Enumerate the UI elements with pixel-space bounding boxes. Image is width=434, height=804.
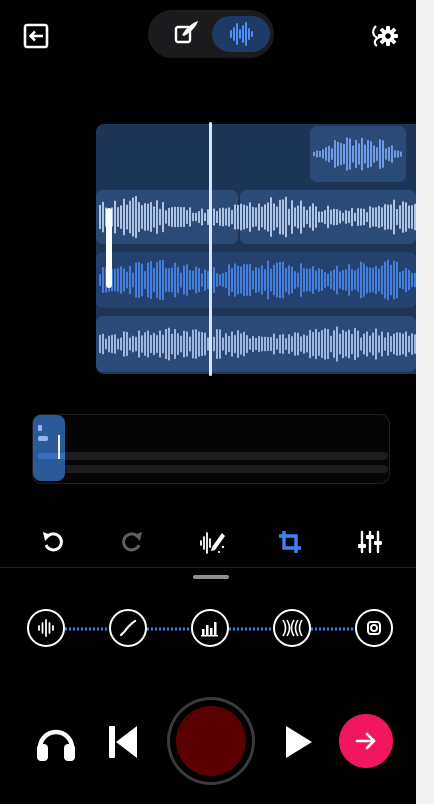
headphones-icon <box>37 729 75 761</box>
curve-fx-icon <box>119 619 137 637</box>
overview-track <box>34 465 388 473</box>
fx-node-curve[interactable] <box>109 609 147 647</box>
exit-button[interactable] <box>22 22 50 50</box>
compose-icon <box>174 21 198 44</box>
redo-button[interactable] <box>116 526 148 558</box>
audio-settings-icon <box>372 25 398 47</box>
compose-mode-tab[interactable] <box>158 18 216 50</box>
panel-divider <box>0 567 416 568</box>
fx-node-equalizer[interactable] <box>191 609 229 647</box>
mode-switch <box>148 10 274 58</box>
equalizer-fx-icon <box>201 622 218 637</box>
waveform-mode-tab[interactable] <box>212 16 270 52</box>
redo-icon <box>122 532 142 552</box>
fx-node-echo[interactable] <box>273 609 311 647</box>
play-icon <box>286 726 312 758</box>
crop-icon <box>279 531 301 553</box>
fx-node-output[interactable] <box>355 609 393 647</box>
crop-button[interactable] <box>274 526 306 558</box>
overview-track <box>34 452 388 460</box>
play-button[interactable] <box>284 724 314 760</box>
next-button[interactable] <box>339 714 393 768</box>
mixer-button[interactable] <box>354 526 386 558</box>
app-screen <box>0 0 416 804</box>
audio-settings-button[interactable] <box>370 22 400 50</box>
waveform-icon <box>230 22 253 46</box>
drawer-handle[interactable] <box>193 575 229 579</box>
fx-node-waveform[interactable] <box>27 609 65 647</box>
record-button[interactable] <box>176 706 246 776</box>
exit-icon <box>23 23 49 49</box>
mixer-sliders-icon <box>358 530 382 554</box>
rewind-button[interactable] <box>106 722 140 762</box>
undo-button[interactable] <box>37 526 69 558</box>
skip-back-icon <box>109 726 137 758</box>
trim-handle[interactable] <box>106 208 112 288</box>
edge-strip <box>416 0 434 804</box>
overview-viewport[interactable] <box>33 415 74 481</box>
monitor-button[interactable] <box>34 720 78 764</box>
echo-fx-icon <box>282 619 303 637</box>
magic-edit-button[interactable] <box>196 526 228 558</box>
output-fx-icon <box>367 621 381 635</box>
magic-edit-icon <box>200 532 225 554</box>
undo-icon <box>43 532 63 552</box>
track-editor[interactable] <box>96 124 416 374</box>
playhead[interactable] <box>209 122 212 376</box>
arrow-right-icon <box>355 732 376 750</box>
waveform-clips <box>96 126 416 372</box>
timeline-overview[interactable] <box>32 414 390 484</box>
overview-thumb-marks <box>38 425 74 459</box>
waveform-fx-icon <box>38 619 54 637</box>
